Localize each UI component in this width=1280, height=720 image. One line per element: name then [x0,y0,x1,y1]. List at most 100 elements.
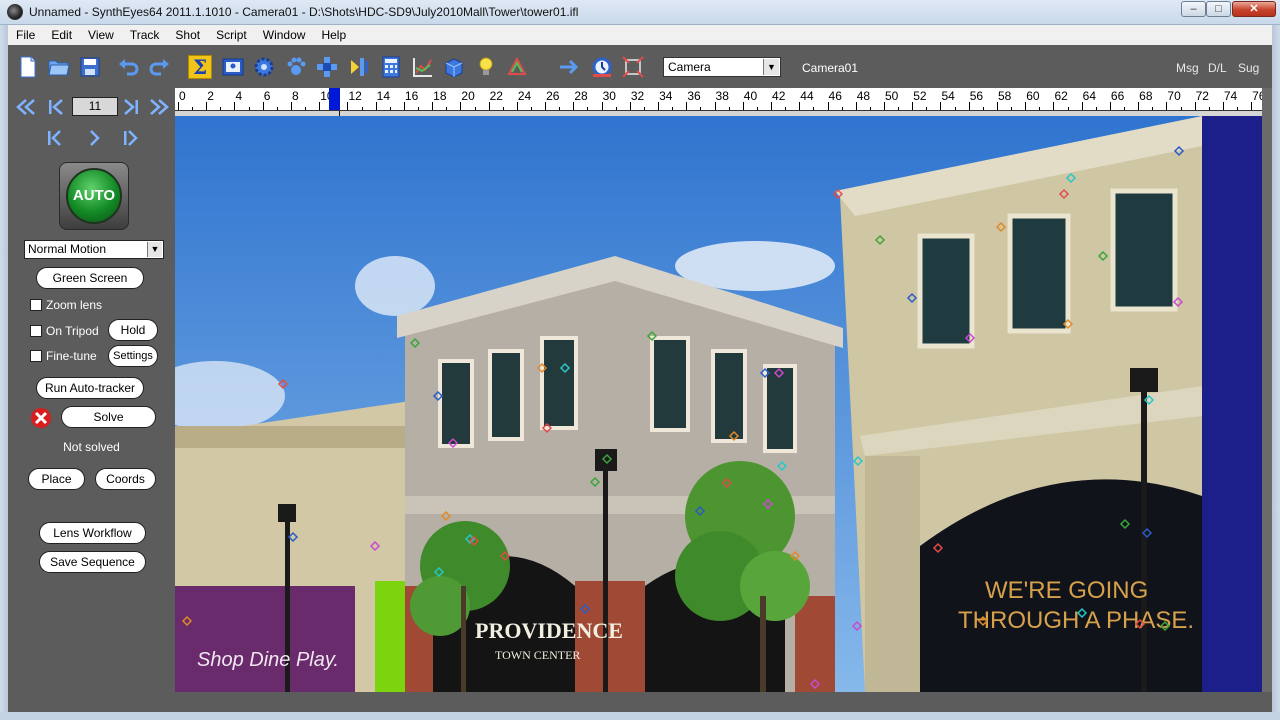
coords-button[interactable]: Coords [95,468,156,490]
timeline-tick [855,102,857,110]
timeline-label: 14 [376,89,391,103]
open-folder-icon[interactable] [47,55,71,79]
title-bar: Unnamed - SynthEyes64 2011.1.1010 - Came… [0,0,1280,25]
green-screen-button[interactable]: Green Screen [36,267,144,289]
dl-button[interactable]: D/L [1208,61,1227,75]
gear-icon[interactable] [252,55,276,79]
timeline[interactable]: 0 2 4 6 8 10 12 14 16 18 20 22 24 26 28 30 32 34 36 38 40 42 4… [175,88,1262,111]
save-icon[interactable] [78,55,102,79]
zoom-lens-label: Zoom lens [46,298,103,312]
paw-icon[interactable] [284,55,308,79]
menu-help[interactable]: Help [313,25,354,45]
chevron-down-icon[interactable]: ▼ [763,59,779,75]
timeline-tick [940,102,942,110]
timeline-tick [1194,102,1196,110]
timeline-tick [319,102,321,110]
lightbulb-icon[interactable] [474,55,498,79]
timeline-tick [742,102,744,110]
window-frame-left [0,25,8,720]
frame-number-field[interactable]: 11 [72,97,118,116]
timeline-label: 0 [179,89,186,103]
timeline-tick [516,102,518,110]
phase-sign-line2: THROUGH A PHASE. [958,607,1194,634]
step-back-icon[interactable] [42,126,68,150]
camera-view-icon[interactable] [221,55,245,79]
timeline-label: 66 [1110,89,1125,103]
calculator-icon[interactable] [379,55,403,79]
graph-icon[interactable] [411,55,435,79]
timeline-tick [234,102,236,110]
zoom-lens-checkbox[interactable] [30,299,42,311]
undo-icon[interactable] [116,55,140,79]
place-button[interactable]: Place [28,468,85,490]
on-tripod-checkbox[interactable] [30,325,42,337]
phase-sign-line1: WE'RE GOING [985,577,1148,604]
timeline-playhead[interactable] [329,88,341,110]
clock-icon[interactable] [590,55,614,79]
maximize-button[interactable]: □ [1206,1,1231,17]
last-frame-icon[interactable] [118,95,144,119]
timeline-label: 46 [828,89,842,103]
step-forward-icon[interactable] [118,126,144,150]
camera-viewport[interactable]: PROVIDENCE TOWN CENTER WE'RE GOING THROU… [175,116,1262,692]
frame-icon[interactable] [621,55,645,79]
lens-workflow-button[interactable]: Lens Workflow [39,522,146,544]
menu-track[interactable]: Track [122,25,168,45]
timeline-label: 70 [1167,89,1181,103]
close-button[interactable]: ✕ [1232,1,1276,17]
shot-image: PROVIDENCE TOWN CENTER WE'RE GOING THROU… [175,116,1202,692]
timeline-label: 52 [913,89,927,103]
menu-edit[interactable]: Edit [43,25,80,45]
sug-button[interactable]: Sug [1238,61,1259,75]
menu-shot[interactable]: Shot [167,25,208,45]
menu-view[interactable]: View [80,25,122,45]
auto-button-label: AUTO [66,168,122,224]
timeline-tick [545,102,547,110]
run-autotracker-button[interactable]: Run Auto-tracker [36,377,144,399]
timeline-tick [1109,102,1111,110]
auto-button[interactable]: AUTO [59,162,129,230]
timeline-label: 4 [235,89,243,103]
rewind-icon[interactable] [13,95,39,119]
first-frame-icon[interactable] [43,95,69,119]
timeline-label: 22 [489,89,503,103]
motion-select-value: Normal Motion [28,242,107,256]
menu-script[interactable]: Script [208,25,255,45]
timeline-label: 54 [941,89,955,103]
fine-tune-checkbox[interactable] [30,350,42,362]
sigma-icon[interactable]: Σ [188,55,212,79]
hold-button[interactable]: Hold [108,319,158,341]
timeline-label: 6 [263,89,271,103]
save-sequence-button[interactable]: Save Sequence [39,551,146,573]
app-icon[interactable] [7,4,23,20]
triangle-icon[interactable] [505,55,529,79]
settings-button[interactable]: Settings [108,345,158,367]
timeline-tick [884,102,885,110]
fast-forward-icon[interactable] [146,95,172,119]
cube-icon[interactable] [442,55,466,79]
menu-file[interactable]: File [8,25,43,45]
arrow-right-icon[interactable] [557,55,581,79]
svg-text:Σ: Σ [193,56,207,78]
solve-button[interactable]: Solve [61,406,156,428]
window-frame-bottom [0,712,1280,720]
msg-button[interactable]: Msg [1176,61,1199,75]
new-file-icon[interactable] [16,55,40,79]
motion-select[interactable]: Normal Motion ▼ [24,240,164,259]
play-icon[interactable] [82,126,108,150]
menu-window[interactable]: Window [255,25,314,45]
not-solved-icon [31,408,51,428]
timeline-label: 50 [885,89,899,103]
redo-icon[interactable] [148,55,172,79]
chevron-down-icon[interactable]: ▼ [147,242,162,257]
timeline-tick [290,102,292,110]
timeline-label: 68 [1139,89,1153,103]
timeline-label: 48 [856,89,871,103]
window-frame-right [1272,25,1280,720]
minimize-button[interactable]: – [1181,1,1206,17]
camera-select[interactable]: Camera ▼ [663,57,781,77]
lens-icon[interactable] [347,55,371,79]
timeline-tick [403,102,405,110]
timeline-tick [996,102,998,110]
crosshair-icon[interactable] [315,55,339,79]
